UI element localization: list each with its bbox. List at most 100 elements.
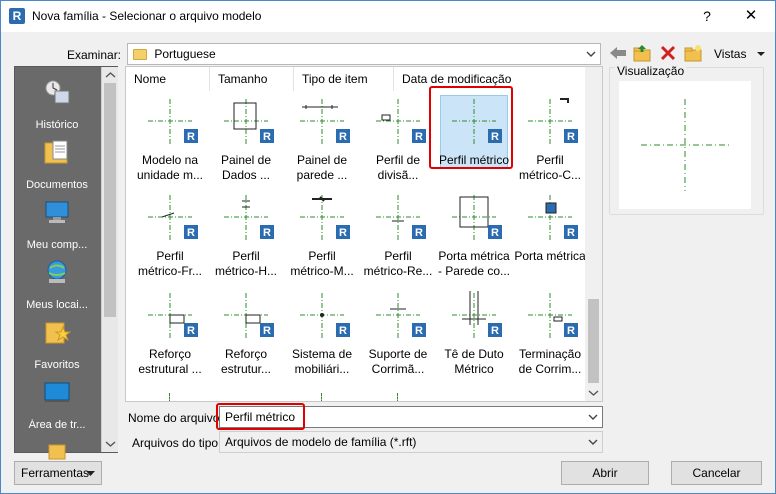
file-name: Perfil métrico-C...: [508, 153, 592, 183]
places-scrollbar[interactable]: [101, 67, 118, 452]
folder-icon: [133, 49, 147, 60]
file-item[interactable]: R Reforço estrutural ...: [132, 289, 208, 385]
file-name: Reforço estrutur...: [204, 347, 288, 377]
file-item[interactable]: R Perfil métrico-Fr...: [132, 191, 208, 287]
window-title: Nova família - Selecionar o arquivo mode…: [32, 9, 262, 23]
file-item[interactable]: R Perfil métrico-M...: [284, 191, 360, 287]
file-item[interactable]: R Painel de Dados ...: [208, 95, 284, 191]
views-menu-button[interactable]: Vistas: [714, 47, 766, 61]
column-header-size[interactable]: Tamanho: [210, 67, 294, 91]
file-item[interactable]: R Suporte de Corrimã...: [360, 289, 436, 385]
family-template-thumbnail: R: [300, 195, 350, 241]
file-name-line: métrico-M...: [290, 264, 354, 278]
filetype-combo[interactable]: Arquivos de modelo de família (*.rft): [219, 431, 603, 453]
file-name-line: parede ...: [296, 168, 348, 182]
revit-file-icon: R: [491, 325, 499, 337]
place-label: Favoritos: [34, 359, 80, 371]
place-favorites[interactable]: Favoritos: [15, 313, 99, 373]
file-name: Perfil métrico-Fr...: [128, 249, 212, 279]
file-item[interactable]: R Porta métrica - Parede co...: [436, 191, 512, 287]
revit-file-icon: R: [415, 227, 423, 239]
new-folder-button[interactable]: [682, 43, 704, 63]
close-button[interactable]: ✕: [739, 5, 763, 27]
chevron-down-icon: [586, 51, 596, 57]
column-header-type[interactable]: Tipo de item: [294, 67, 394, 91]
place-network[interactable]: Meus locai...: [15, 253, 99, 313]
revit-app-icon: R: [9, 8, 25, 24]
preview-label: Visualização: [615, 64, 687, 78]
computer-icon: [45, 201, 69, 223]
place-label: Meus locai...: [26, 299, 88, 311]
network-icon: [47, 260, 67, 283]
file-item[interactable]: R Terminação de Corrim...: [512, 289, 588, 385]
place-desktop[interactable]: Área de tr...: [15, 373, 99, 433]
file-list[interactable]: Nome Tamanho Tipo de item Data de modifi…: [125, 66, 603, 402]
file-list-scroll-thumb[interactable]: [588, 299, 599, 383]
revit-file-icon: R: [415, 325, 423, 337]
revit-file-icon: R: [187, 227, 195, 239]
revit-file-icon: R: [567, 227, 575, 239]
chevron-down-icon: [588, 414, 598, 420]
file-name-line: estrutural ...: [138, 362, 202, 376]
file-name: Perfil métrico-M...: [280, 249, 364, 279]
file-name: Modelo na unidade m...: [128, 153, 212, 183]
file-name: Porta métrica: [508, 249, 592, 264]
file-name: Perfil métrico-Re...: [356, 249, 440, 279]
caret-down-icon: [756, 52, 765, 56]
revit-file-icon: R: [567, 131, 575, 143]
new-folder-icon: [684, 45, 702, 62]
delete-icon: [660, 45, 676, 61]
file-item[interactable]: R Perfil métrico-H...: [208, 191, 284, 287]
file-item[interactable]: R Perfil de divisã...: [360, 95, 436, 191]
file-item[interactable]: R Sistema de mobiliári...: [284, 289, 360, 385]
file-name-line: Sistema de: [291, 347, 353, 361]
selected-file-highlight: [429, 86, 513, 169]
back-arrow-icon: [610, 47, 626, 59]
file-list-scrollbar[interactable]: [585, 67, 602, 401]
file-item[interactable]: R Reforço estrutur...: [208, 289, 284, 385]
tools-button[interactable]: Ferramentas: [14, 461, 102, 485]
open-button[interactable]: Abrir: [561, 461, 649, 485]
family-template-thumbnail: R: [300, 99, 350, 145]
help-button[interactable]: ?: [695, 5, 719, 27]
file-item[interactable]: R Painel de parede ...: [284, 95, 360, 191]
file-item[interactable]: R Modelo na unidade m...: [132, 95, 208, 191]
filetype-label: Arquivos do tipo:: [132, 436, 222, 450]
revit-file-icon: R: [263, 227, 271, 239]
lookin-combo[interactable]: Portuguese: [127, 43, 601, 65]
family-template-thumbnail: R: [300, 293, 350, 339]
up-folder-button[interactable]: [631, 43, 653, 63]
file-name-line: Porta métrica: [514, 249, 586, 263]
chevron-down-icon: [588, 439, 598, 445]
file-item[interactable]: R Tê de Duto Métrico: [436, 289, 512, 385]
place-label: Documentos: [26, 179, 88, 191]
file-name: Suporte de Corrimã...: [356, 347, 440, 377]
file-name-line: de Corrim...: [518, 362, 582, 376]
place-computer[interactable]: Meu comp...: [15, 193, 99, 253]
places-scroll-thumb[interactable]: [104, 83, 116, 317]
title-bar: R Nova família - Selecionar o arquivo mo…: [1, 1, 775, 32]
family-template-thumbnail: R: [528, 293, 578, 339]
place-documents[interactable]: Documentos: [15, 133, 99, 193]
revit-file-icon: R: [339, 227, 347, 239]
revit-file-icon: R: [187, 325, 195, 337]
file-item[interactable]: R Perfil métrico-C...: [512, 95, 588, 191]
scroll-down-icon: [588, 390, 599, 396]
delete-button[interactable]: [657, 43, 679, 63]
back-button[interactable]: [607, 43, 629, 63]
file-name-line: Perfil de: [375, 153, 421, 167]
file-name-line: métrico-Fr...: [137, 264, 202, 278]
file-item[interactable]: R Porta métrica: [512, 191, 588, 287]
lookin-label: Examinar:: [67, 48, 122, 62]
filetype-value: Arquivos de modelo de família (*.rft): [225, 435, 417, 449]
cancel-button[interactable]: Cancelar: [671, 461, 762, 485]
file-item[interactable]: R Perfil métrico-Re...: [360, 191, 436, 287]
column-header-name[interactable]: Nome: [126, 67, 210, 91]
file-name-line: Dados ...: [221, 168, 271, 182]
file-name: Perfil métrico-H...: [204, 249, 288, 279]
family-template-thumbnail: R: [452, 291, 502, 339]
file-name: Porta métrica - Parede co...: [432, 249, 516, 279]
place-history[interactable]: Histórico: [15, 73, 99, 133]
filename-label: Nome do arquivo:: [128, 411, 223, 425]
family-template-thumbnail: R: [224, 99, 274, 145]
